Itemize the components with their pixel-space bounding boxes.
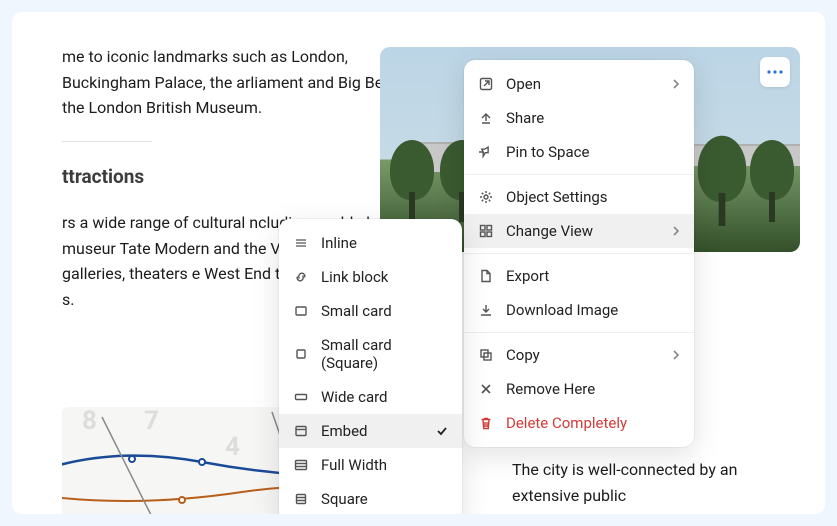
view-option-embed[interactable]: Embed (279, 414, 462, 448)
chevron-right-icon (672, 225, 680, 237)
square-card-icon (293, 346, 309, 362)
share-icon (478, 110, 494, 126)
view-option-square[interactable]: Square (279, 482, 462, 514)
menu-item-label: Object Settings (506, 188, 608, 206)
more-options-button[interactable] (760, 57, 790, 87)
menu-separator (464, 253, 694, 254)
menu-item-download[interactable]: Download Image (464, 293, 694, 327)
small-card-icon (293, 303, 309, 319)
inline-icon (293, 235, 309, 251)
menu-item-label: Share (506, 109, 544, 127)
view-option-inline[interactable]: Inline (279, 226, 462, 260)
more-icon (767, 70, 783, 74)
menu-item-delete[interactable]: Delete Completely (464, 406, 694, 440)
divider (62, 141, 152, 142)
view-option-full-width[interactable]: Full Width (279, 448, 462, 482)
menu-item-label: Download Image (506, 301, 618, 319)
menu-item-label: Delete Completely (506, 414, 627, 432)
square-icon (293, 491, 309, 507)
menu-item-label: Link block (321, 268, 388, 286)
menu-item-label: Full Width (321, 456, 387, 474)
close-icon (478, 381, 494, 397)
view-option-wide-card[interactable]: Wide card (279, 380, 462, 414)
embed-icon (293, 423, 309, 439)
trash-icon (478, 415, 494, 431)
chevron-right-icon (672, 349, 680, 361)
menu-item-settings[interactable]: Object Settings (464, 180, 694, 214)
gear-icon (478, 189, 494, 205)
menu-item-label: Wide card (321, 388, 388, 406)
menu-item-label: Square (321, 490, 368, 508)
menu-item-label: Inline (321, 234, 357, 252)
menu-item-label: Export (506, 267, 549, 285)
view-option-link-block[interactable]: Link block (279, 260, 462, 294)
menu-separator (464, 332, 694, 333)
section-heading: ttractions (62, 162, 402, 192)
menu-item-label: Small card (321, 302, 392, 320)
menu-item-label: Open (506, 75, 541, 93)
menu-item-share[interactable]: Share (464, 101, 694, 135)
document-canvas: me to iconic landmarks such as London, B… (12, 12, 825, 514)
pin-icon (478, 144, 494, 160)
menu-separator (464, 174, 694, 175)
view-option-small-card-square[interactable]: Small card (Square) (279, 328, 462, 380)
chevron-right-icon (672, 78, 680, 90)
menu-item-change-view[interactable]: Change View (464, 214, 694, 248)
menu-item-copy[interactable]: Copy (464, 338, 694, 372)
svg-text:7: 7 (144, 407, 159, 436)
paragraph: The city is well-connected by an extensi… (512, 457, 762, 508)
view-option-small-card[interactable]: Small card (279, 294, 462, 328)
wide-card-icon (293, 389, 309, 405)
menu-item-label: Remove Here (506, 380, 595, 398)
menu-item-label: Change View (506, 222, 593, 240)
link-icon (293, 269, 309, 285)
full-width-icon (293, 457, 309, 473)
open-icon (478, 76, 494, 92)
grid-icon (478, 223, 494, 239)
download-icon (478, 302, 494, 318)
svg-text:4: 4 (225, 432, 240, 462)
menu-item-remove[interactable]: Remove Here (464, 372, 694, 406)
check-icon (436, 425, 448, 437)
submenu-change-view: Inline Link block Small card Small card … (279, 219, 462, 514)
menu-item-label: Copy (506, 346, 540, 364)
menu-item-open[interactable]: Open (464, 67, 694, 101)
menu-item-label: Pin to Space (506, 143, 589, 161)
context-menu: Open Share Pin to Space Object Settings … (464, 60, 694, 447)
menu-item-pin[interactable]: Pin to Space (464, 135, 694, 169)
menu-item-export[interactable]: Export (464, 259, 694, 293)
copy-icon (478, 347, 494, 363)
menu-item-label: Embed (321, 422, 368, 440)
export-icon (478, 268, 494, 284)
svg-text:8: 8 (82, 407, 97, 436)
paragraph: me to iconic landmarks such as London, B… (62, 44, 402, 121)
menu-item-label: Small card (Square) (321, 336, 448, 372)
